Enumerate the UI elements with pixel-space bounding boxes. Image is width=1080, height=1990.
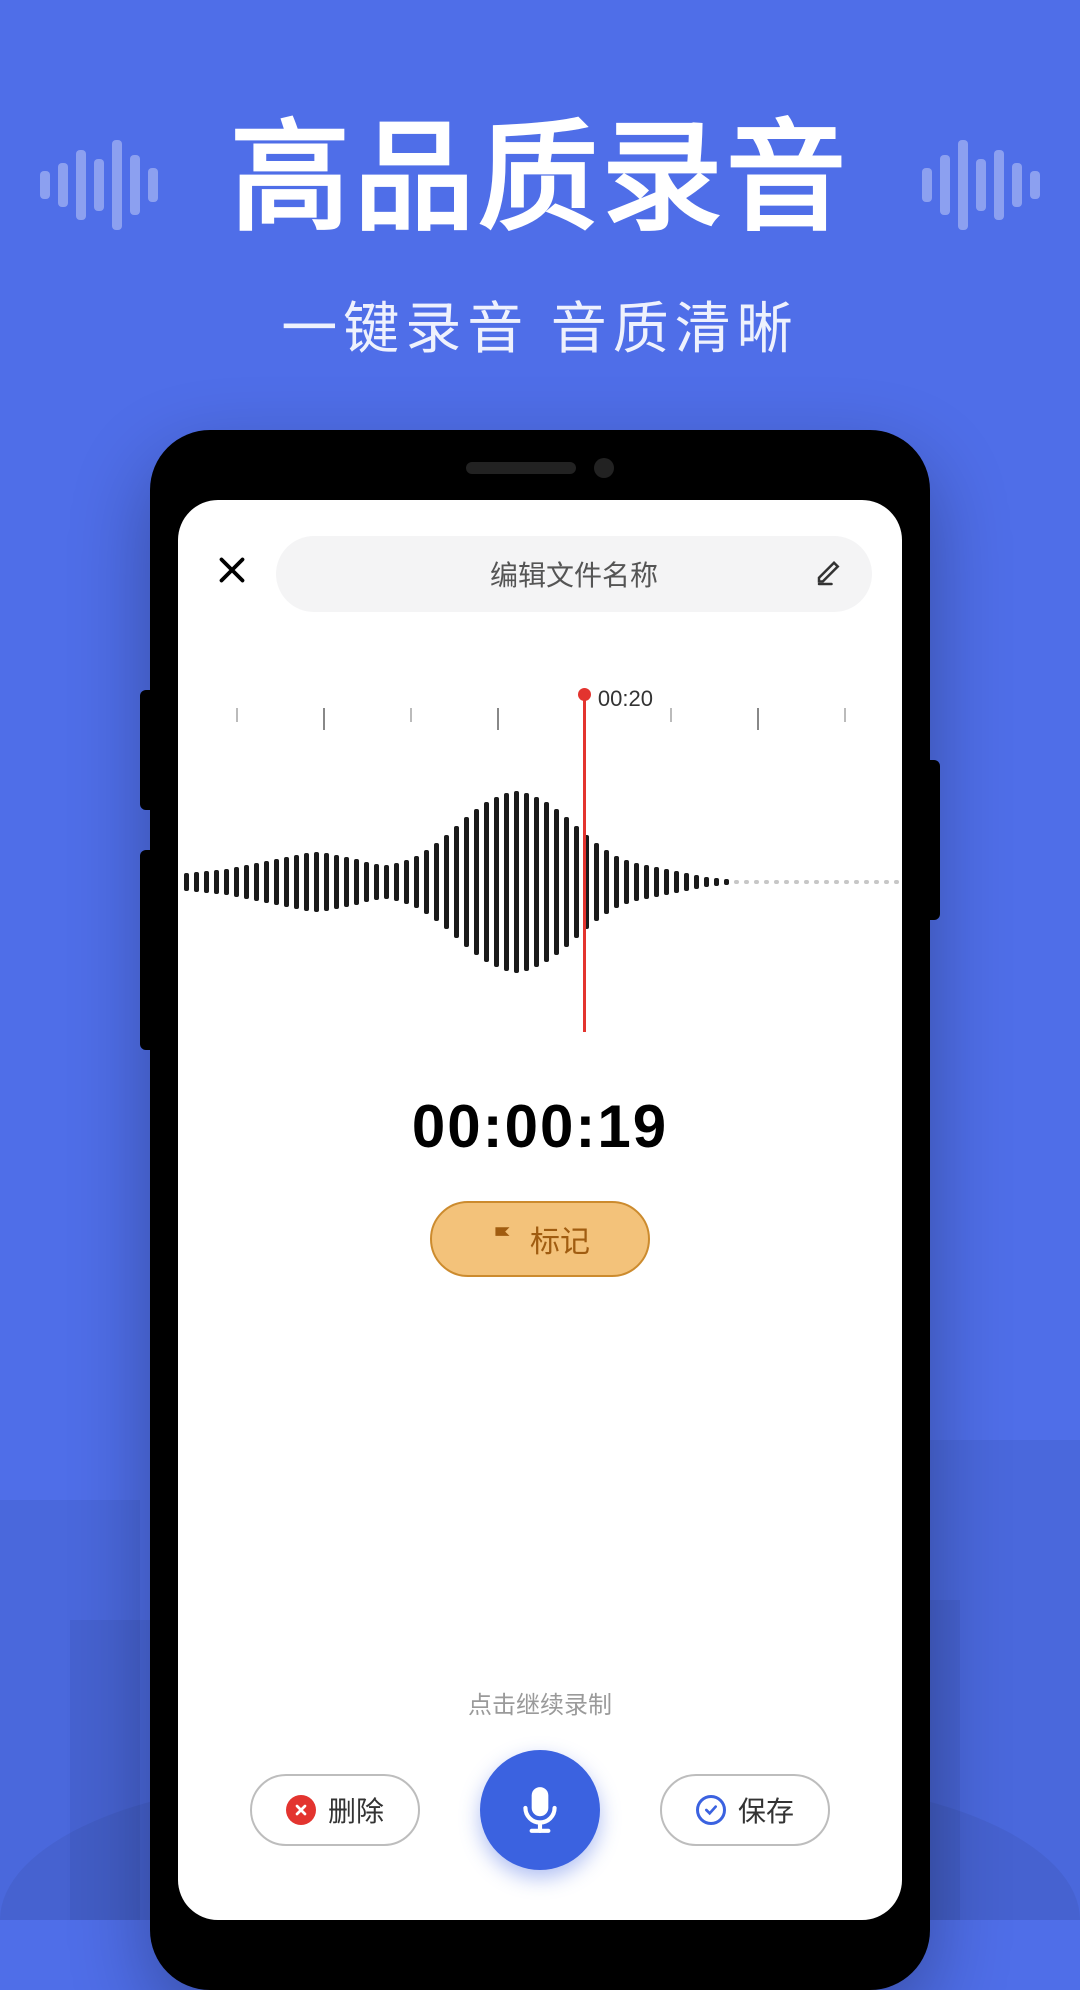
filename-placeholder: 编辑文件名称 [490, 554, 658, 594]
close-button[interactable] [208, 549, 256, 599]
waveform [178, 762, 902, 1002]
mic-icon [515, 1785, 565, 1835]
playhead [583, 692, 586, 1032]
save-button[interactable]: 保存 [660, 1774, 830, 1846]
mark-button[interactable]: 标记 [430, 1201, 650, 1277]
playhead-time: 00:20 [598, 686, 653, 712]
hero: 高品质录音 一键录音 音质清晰 [0, 0, 1080, 365]
save-icon [696, 1795, 726, 1825]
app-header: 编辑文件名称 [178, 500, 902, 612]
edit-icon [814, 557, 844, 592]
mark-label: 标记 [530, 1217, 590, 1261]
phone-mockup: 编辑文件名称 00:20 00:00:19 [150, 430, 930, 1990]
delete-label: 删除 [328, 1790, 384, 1830]
save-label: 保存 [738, 1790, 794, 1830]
close-icon [214, 552, 250, 588]
delete-button[interactable]: 删除 [250, 1774, 420, 1846]
waveform-area[interactable]: 00:20 [178, 692, 902, 1032]
record-button[interactable] [480, 1750, 600, 1870]
recording-timer: 00:00:19 [178, 1092, 902, 1161]
flag-icon [490, 1224, 516, 1255]
resume-hint: 点击继续录制 [178, 1685, 902, 1720]
filename-field[interactable]: 编辑文件名称 [276, 536, 872, 612]
hero-subtitle: 一键录音 音质清晰 [0, 284, 1080, 365]
app-screen: 编辑文件名称 00:20 00:00:19 [178, 500, 902, 1920]
hero-title: 高品质录音 [0, 80, 1080, 254]
timeline-ticks: 00:20 [178, 692, 902, 732]
bottom-controls: 点击继续录制 删除 [178, 1685, 902, 1870]
delete-icon [286, 1795, 316, 1825]
phone-sensors [466, 458, 614, 478]
